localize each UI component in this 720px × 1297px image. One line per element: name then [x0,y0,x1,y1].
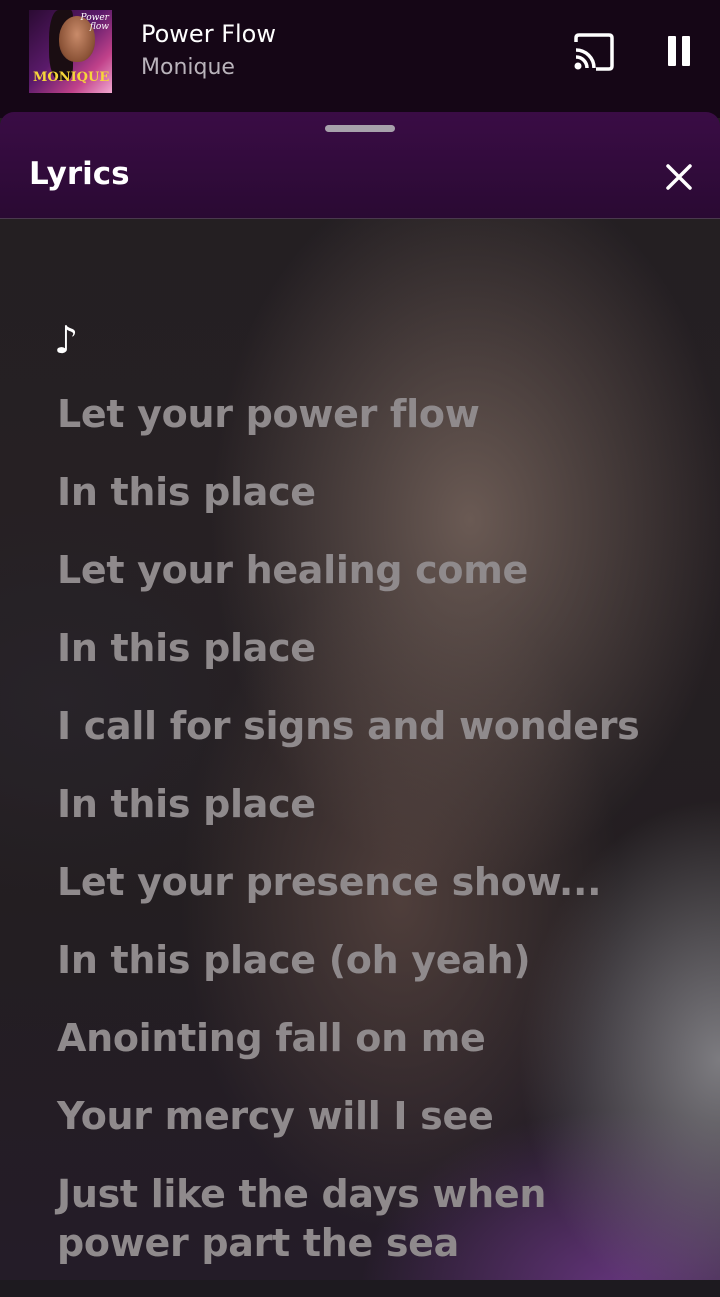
album-art[interactable]: Power flow MONIQUE [29,10,112,93]
close-icon [666,164,692,190]
lyric-line: Let your healing come [57,548,528,592]
lyric-line: Your mercy will I see [57,1094,494,1138]
pause-button[interactable] [660,32,698,72]
lyric-line: Let your power flow [57,392,480,436]
lyric-line: Anointing fall on me [57,1016,486,1060]
cast-icon [574,33,614,71]
lyrics-list: Let your power flow In this place Let yo… [57,390,697,1297]
cast-button[interactable] [570,30,618,74]
lyric-line: In this place [57,626,316,670]
lyric-line: Let your presence show... [57,860,602,904]
track-artist[interactable]: Monique [141,55,235,80]
album-art-artist: MONIQUE [33,70,110,85]
album-art-title: Power flow [80,13,109,32]
music-note-icon: ♪ [54,318,79,362]
lyrics-sheet-header[interactable]: Lyrics [0,112,720,219]
lyric-line: I call for signs and wonders [57,704,640,748]
track-title[interactable]: Power Flow [141,20,276,48]
drag-handle[interactable] [325,125,395,132]
mini-player[interactable]: Power flow MONIQUE Power Flow Monique [0,0,720,118]
close-button[interactable] [660,158,698,196]
lyric-line: In this place [57,782,316,826]
lyric-line: Just like the days when power part the s… [57,1172,547,1265]
lyric-line: In this place (oh yeah) [57,938,531,982]
lyric-line: In this place [57,470,316,514]
sheet-title: Lyrics [29,156,130,192]
